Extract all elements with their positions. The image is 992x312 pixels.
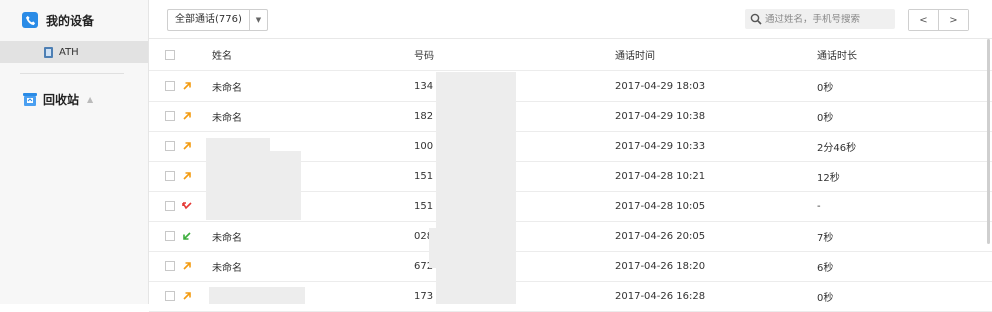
table-row[interactable]: 未命名 134 2017-04-29 18:03 0秒 — [149, 71, 992, 102]
contact-name: 未命名 — [212, 82, 242, 94]
table-row[interactable]: 未命名 672 2017-04-26 18:20 6秒 — [149, 251, 992, 282]
phone-number: 134 — [414, 80, 434, 92]
redacted-block — [231, 151, 301, 220]
outgoing-call-icon — [182, 141, 192, 151]
sidebar-divider — [20, 73, 124, 74]
my-devices-label: 我的设备 — [46, 13, 95, 28]
call-time: 2017-04-29 18:03 — [615, 80, 706, 92]
call-duration: 0秒 — [817, 82, 834, 94]
call-time: 2017-04-28 10:21 — [615, 170, 706, 182]
redacted-block — [436, 72, 516, 304]
redacted-block — [429, 228, 489, 268]
phone-number: 151 — [414, 170, 434, 182]
recycle-bin-icon — [22, 91, 38, 107]
outgoing-call-icon — [182, 171, 192, 181]
call-duration: 7秒 — [817, 232, 834, 244]
call-time: 2017-04-26 20:05 — [615, 230, 706, 242]
table-row[interactable]: 未命名 182 2017-04-29 10:38 0秒 — [149, 101, 992, 132]
table-row[interactable]: 未命名 028 2017-04-26 20:05 7秒 — [149, 221, 992, 252]
call-duration: 0秒 — [817, 112, 834, 124]
call-filter-label: 全部通话(776) — [175, 14, 242, 25]
call-duration: 6秒 — [817, 262, 834, 274]
call-duration: 12秒 — [817, 172, 840, 184]
header-number[interactable]: 号码 — [414, 47, 434, 62]
call-time: 2017-04-28 10:05 — [615, 200, 706, 212]
call-time: 2017-04-26 18:20 — [615, 260, 706, 272]
next-page-button[interactable]: > — [938, 10, 968, 30]
header-name[interactable]: 姓名 — [212, 47, 232, 62]
sidebar: 我的设备 ATH 回收站 ▲ — [0, 0, 149, 304]
call-duration: 2分46秒 — [817, 142, 857, 154]
device-name: ATH — [59, 46, 79, 58]
call-time: 2017-04-29 10:38 — [615, 110, 706, 122]
recycle-bin-label: 回收站 — [43, 92, 80, 107]
search-box[interactable] — [745, 9, 895, 29]
phone-number: 182 — [414, 110, 434, 122]
chevron-up-icon[interactable]: ▲ — [87, 95, 93, 104]
call-duration: - — [817, 200, 821, 212]
contact-name: 未命名 — [212, 232, 242, 244]
sidebar-item-device[interactable]: ATH — [0, 41, 148, 63]
prev-page-button[interactable]: < — [909, 10, 938, 30]
call-duration: 0秒 — [817, 292, 834, 304]
incoming-call-icon — [182, 231, 192, 241]
call-filter-dropdown[interactable]: 全部通话(776) ▼ — [167, 9, 268, 31]
select-all-checkbox[interactable] — [165, 49, 175, 60]
phone-number: 151 — [414, 200, 434, 212]
missed-call-icon — [182, 201, 192, 211]
redacted-block — [209, 287, 305, 304]
outgoing-call-icon — [182, 261, 192, 271]
search-icon — [750, 13, 762, 25]
chevron-down-icon[interactable]: ▼ — [248, 10, 267, 30]
scrollbar[interactable] — [987, 39, 990, 244]
phone-number: 100 — [414, 140, 434, 152]
row-checkbox[interactable] — [165, 201, 175, 211]
contact-name: 未命名 — [212, 112, 242, 124]
search-input[interactable] — [765, 13, 887, 25]
contact-name: 未命名 — [212, 262, 242, 274]
phone-icon — [22, 12, 38, 28]
header-duration[interactable]: 通话时长 — [817, 47, 857, 62]
row-checkbox[interactable] — [165, 261, 175, 271]
table-header: 姓名 号码 通话时间 通话时长 — [149, 39, 992, 71]
row-checkbox[interactable] — [165, 231, 175, 241]
call-time: 2017-04-26 16:28 — [615, 290, 706, 302]
row-checkbox[interactable] — [165, 111, 175, 121]
call-time: 2017-04-29 10:33 — [615, 140, 706, 152]
outgoing-call-icon — [182, 81, 192, 91]
row-checkbox[interactable] — [165, 171, 175, 181]
row-checkbox[interactable] — [165, 81, 175, 91]
pager: < > — [908, 9, 969, 31]
header-time[interactable]: 通话时间 — [615, 47, 655, 62]
main-panel: 全部通话(776) ▼ < > 姓名 号码 通话时间 通话时长 未命名 134 20… — [149, 0, 992, 312]
row-checkbox[interactable] — [165, 141, 175, 151]
tablet-icon — [44, 46, 53, 58]
recycle-bin-header[interactable]: 回收站 ▲ — [22, 89, 93, 109]
phone-number: 173 — [414, 290, 434, 302]
row-checkbox[interactable] — [165, 291, 175, 301]
outgoing-call-icon — [182, 291, 192, 301]
toolbar: 全部通话(776) ▼ < > — [149, 0, 992, 39]
outgoing-call-icon — [182, 111, 192, 121]
my-devices-header[interactable]: 我的设备 — [22, 10, 94, 30]
